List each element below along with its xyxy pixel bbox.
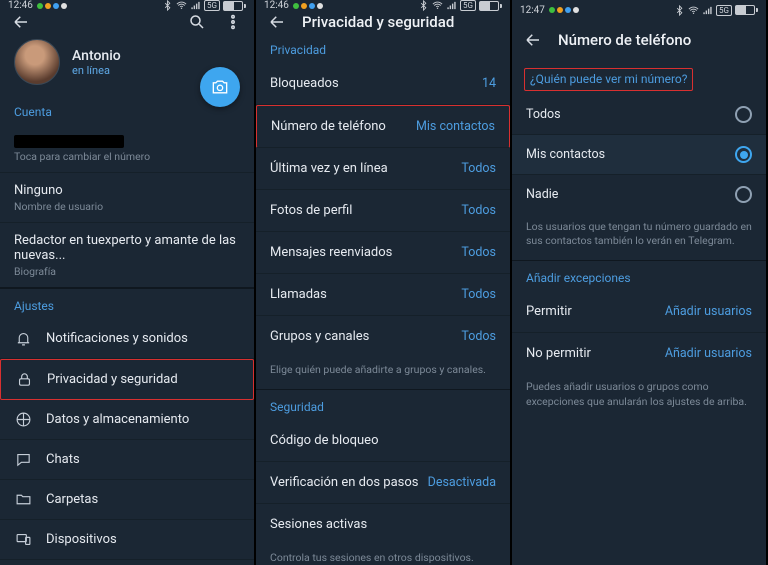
row-forwarded[interactable]: Mensajes reenviados Todos [256,232,510,274]
screen-phone-number-privacy: 12:47 5G Número de teléfono ¿Quién puede… [512,0,768,565]
row-devices[interactable]: Dispositivos [0,520,254,560]
battery-icon [735,5,758,15]
row-privacy[interactable]: Privacidad y seguridad [0,359,254,400]
row-notifications[interactable]: Notificaciones y sonidos [0,319,254,359]
row-folders[interactable]: Carpetas [0,480,254,520]
section-settings: Ajustes [0,289,254,319]
section-privacy: Privacidad [256,33,510,63]
app-bar: Privacidad y seguridad [256,11,510,33]
username-cell[interactable]: Ninguno Nombre de usuario [0,173,254,223]
row-data-storage[interactable]: Datos y almacenamiento [0,400,254,440]
bio-value: Redactor en tuexperto y amante de las nu… [14,233,240,263]
page-title: Privacidad y seguridad [302,13,500,31]
bio-label: Biografía [14,265,240,278]
avatar[interactable] [14,39,60,85]
battery-icon [479,1,502,11]
signal-icon [446,0,457,11]
bio-cell[interactable]: Redactor en tuexperto y amante de las nu… [0,223,254,287]
status-bar: 12:46 5G [256,0,510,11]
network-label: 5G [204,0,220,11]
change-photo-button[interactable] [200,67,240,107]
username-label: Nombre de usuario [14,200,240,213]
profile-name: Antonio [72,48,121,64]
row-sessions[interactable]: Sesiones activas [256,504,510,545]
status-bar: 12:46 5G [0,0,254,11]
username-value: Ninguno [14,183,240,198]
signal-icon [190,0,201,11]
phone-number-cell[interactable]: Toca para cambiar el número [0,125,254,173]
profile-status: en línea [72,64,121,77]
wifi-icon [432,0,443,11]
network-label: 5G [716,5,732,16]
search-button[interactable] [186,11,208,33]
radio-icon [735,186,752,203]
row-calls[interactable]: Llamadas Todos [256,274,510,316]
wifi-icon [688,5,699,16]
app-bar: Número de teléfono [512,20,766,60]
chat-icon [14,451,32,468]
more-button[interactable] [222,11,244,33]
row-blocked[interactable]: Bloqueados 14 [256,63,510,105]
wifi-icon [176,0,187,11]
network-label: 5G [460,0,476,11]
clock: 12:46 [8,0,33,11]
redacted-phone [14,135,124,148]
row-language[interactable]: Idioma [0,560,254,565]
back-button[interactable] [266,11,288,33]
lock-icon [15,371,33,388]
back-button[interactable] [10,11,32,33]
bluetooth-icon [162,0,173,11]
screen-settings-profile: 12:46 5G Antonio en línea Cuenta T [0,0,256,565]
row-allow[interactable]: Permitir Añadir usuarios [512,291,766,333]
bluetooth-icon [418,0,429,11]
back-button[interactable] [522,29,544,51]
row-groups[interactable]: Grupos y canales Todos [256,316,510,357]
radio-everybody[interactable]: Todos [512,95,766,135]
signal-icon [702,5,713,16]
folder-icon [14,491,32,508]
row-last-seen[interactable]: Última vez y en línea Todos [256,148,510,190]
row-profile-photos[interactable]: Fotos de perfil Todos [256,190,510,232]
visibility-hint: Los usuarios que tengan tu número guarda… [512,214,766,261]
screen-privacy-security: 12:46 5G Privacidad y seguridad Privacid… [256,0,512,565]
section-security: Seguridad [256,390,510,420]
page-title: Número de teléfono [558,31,756,49]
bluetooth-icon [674,5,685,16]
profile-header: Antonio en línea [0,33,254,95]
app-bar [0,11,254,33]
radio-icon [735,106,752,123]
bell-icon [14,330,32,347]
row-chats[interactable]: Chats [0,440,254,480]
row-deny[interactable]: No permitir Añadir usuarios [512,333,766,374]
groups-hint: Elige quién puede añadirte a grupos y ca… [256,357,510,390]
data-icon [14,411,32,428]
radio-icon [735,146,752,163]
devices-icon [14,531,32,548]
status-bar: 12:47 5G [512,0,766,20]
row-two-step[interactable]: Verificación en dos pasos Desactivada [256,462,510,504]
radio-nobody[interactable]: Nadie [512,175,766,214]
clock: 12:47 [520,5,545,16]
sessions-hint: Controla tus sesiones en otros dispositi… [256,545,510,565]
section-exceptions: Añadir excepciones [512,261,766,291]
radio-my-contacts[interactable]: Mis contactos [512,135,766,175]
clock: 12:46 [264,0,289,11]
battery-icon [223,1,246,11]
row-phone-number[interactable]: Número de teléfono Mis contactos [256,105,510,148]
row-passcode[interactable]: Código de bloqueo [256,420,510,462]
section-who-can-see: ¿Quién puede ver mi número? [530,72,687,86]
phone-hint: Toca para cambiar el número [14,150,240,163]
exceptions-hint: Puedes añadir usuarios o grupos como exc… [512,374,766,420]
